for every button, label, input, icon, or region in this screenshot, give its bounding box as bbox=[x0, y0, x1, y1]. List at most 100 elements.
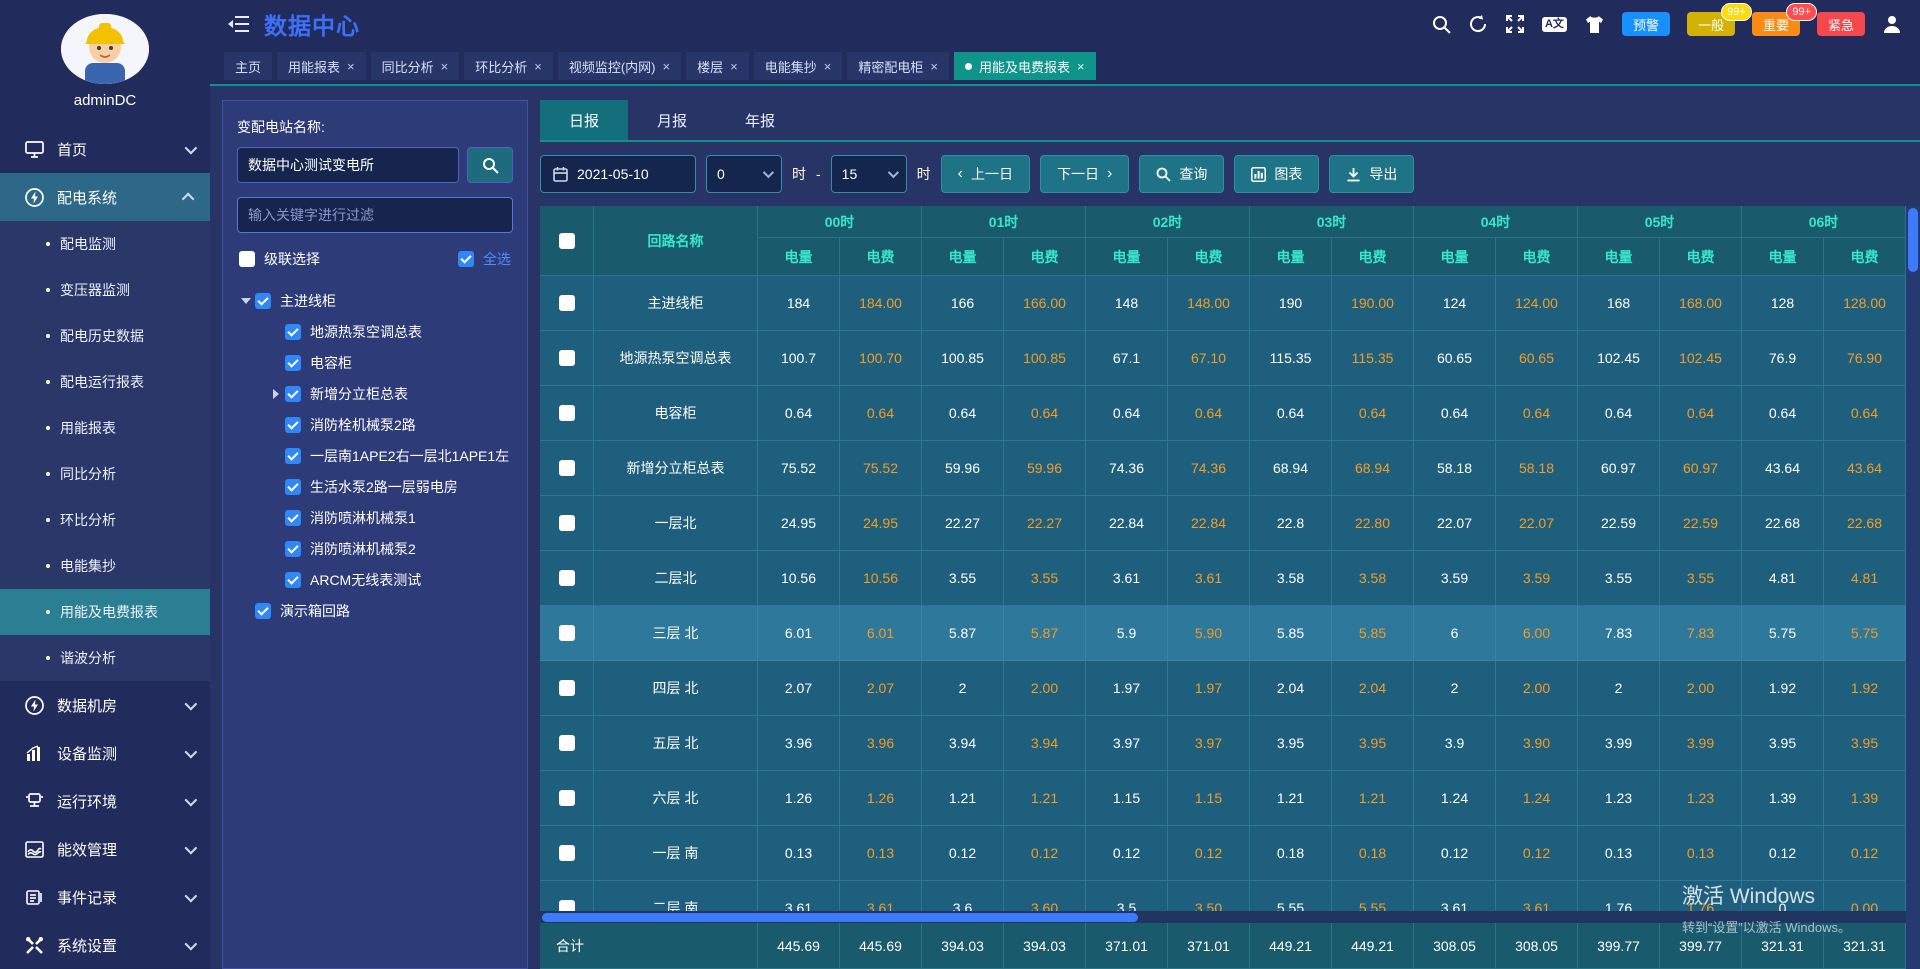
hour-to-select[interactable]: 15 bbox=[831, 155, 907, 193]
tree-node-checkbox[interactable] bbox=[285, 417, 301, 433]
tab-close-icon[interactable]: × bbox=[441, 59, 449, 74]
translate-icon[interactable]: A文 bbox=[1542, 17, 1567, 32]
select-all-label[interactable]: 全选 bbox=[483, 249, 511, 269]
fullscreen-icon[interactable] bbox=[1505, 14, 1525, 34]
row-checkbox[interactable] bbox=[559, 735, 575, 751]
export-button[interactable]: 导出 bbox=[1329, 155, 1414, 193]
tree-node-4[interactable]: 消防栓机械泵2路 bbox=[237, 409, 513, 440]
select-all-rows-checkbox[interactable] bbox=[559, 233, 575, 249]
search-icon[interactable] bbox=[1432, 15, 1451, 34]
sidebar-item-1[interactable]: 配电系统 bbox=[0, 173, 210, 221]
row-checkbox[interactable] bbox=[559, 680, 575, 696]
row-checkbox[interactable] bbox=[559, 460, 575, 476]
tree-node-1[interactable]: 地源热泵空调总表 bbox=[237, 316, 513, 347]
sidebar-item-7[interactable]: 系统设置 bbox=[0, 921, 210, 969]
tab-5[interactable]: 楼层× bbox=[686, 52, 749, 80]
submenu-item-9[interactable]: 谐波分析 bbox=[0, 635, 210, 681]
prev-day-button[interactable]: ‹ 上一日 bbox=[941, 155, 1030, 193]
tree-node-checkbox[interactable] bbox=[255, 603, 271, 619]
row-checkbox[interactable] bbox=[559, 790, 575, 806]
tree-node-checkbox[interactable] bbox=[285, 541, 301, 557]
date-picker[interactable]: 2021-05-10 bbox=[540, 155, 696, 193]
sidebar-item-6[interactable]: 事件记录 bbox=[0, 873, 210, 921]
avatar[interactable] bbox=[61, 14, 149, 84]
tab-close-icon[interactable]: × bbox=[730, 59, 738, 74]
row-checkbox[interactable] bbox=[559, 570, 575, 586]
tab-close-icon[interactable]: × bbox=[1077, 59, 1085, 74]
chart-button[interactable]: 图表 bbox=[1234, 155, 1319, 193]
tab-1[interactable]: 用能报表× bbox=[277, 52, 366, 80]
tab-3[interactable]: 环比分析× bbox=[464, 52, 553, 80]
horizontal-scrollbar-thumb[interactable] bbox=[542, 913, 1138, 922]
tab-close-icon[interactable]: × bbox=[534, 59, 542, 74]
theme-shirt-icon[interactable] bbox=[1584, 15, 1605, 34]
tree-filter-input[interactable] bbox=[237, 197, 513, 233]
row-checkbox[interactable] bbox=[559, 405, 575, 421]
report-tab-0[interactable]: 日报 bbox=[540, 100, 628, 140]
menu-fold-icon[interactable] bbox=[228, 15, 250, 33]
alarm-badge-general[interactable]: 一般99+ bbox=[1687, 12, 1735, 36]
caret-down-icon[interactable] bbox=[239, 298, 253, 304]
vertical-scrollbar-thumb[interactable] bbox=[1908, 208, 1918, 272]
row-checkbox[interactable] bbox=[559, 350, 575, 366]
submenu-item-2[interactable]: 配电历史数据 bbox=[0, 313, 210, 359]
alarm-badge-urgent[interactable]: 紧急 bbox=[1817, 12, 1865, 36]
user-icon[interactable] bbox=[1882, 14, 1902, 34]
tree-node-2[interactable]: 电容柜 bbox=[237, 347, 513, 378]
horizontal-scrollbar[interactable] bbox=[540, 911, 1906, 923]
refresh-icon[interactable] bbox=[1468, 14, 1488, 34]
tree-node-0[interactable]: 主进线柜 bbox=[237, 285, 513, 316]
tree-node-8[interactable]: 消防喷淋机械泵2 bbox=[237, 533, 513, 564]
tree-node-checkbox[interactable] bbox=[255, 293, 271, 309]
row-checkbox[interactable] bbox=[559, 515, 575, 531]
tree-node-checkbox[interactable] bbox=[285, 448, 301, 464]
submenu-item-6[interactable]: 环比分析 bbox=[0, 497, 210, 543]
tab-close-icon[interactable]: × bbox=[824, 59, 832, 74]
row-checkbox[interactable] bbox=[559, 625, 575, 641]
submenu-item-1[interactable]: 变压器监测 bbox=[0, 267, 210, 313]
submenu-item-4[interactable]: 用能报表 bbox=[0, 405, 210, 451]
row-checkbox[interactable] bbox=[559, 900, 575, 911]
tree-node-9[interactable]: ARCM无线表测试 bbox=[237, 564, 513, 595]
tab-close-icon[interactable]: × bbox=[347, 59, 355, 74]
row-checkbox[interactable] bbox=[559, 845, 575, 861]
tree-node-7[interactable]: 消防喷淋机械泵1 bbox=[237, 502, 513, 533]
row-checkbox[interactable] bbox=[559, 295, 575, 311]
sidebar-item-0[interactable]: 首页 bbox=[0, 125, 210, 173]
tree-node-6[interactable]: 生活水泵2路一层弱电房 bbox=[237, 471, 513, 502]
submenu-item-8[interactable]: 用能及电费报表 bbox=[0, 589, 210, 635]
alarm-badge-warn[interactable]: 预警 bbox=[1622, 12, 1670, 36]
tab-7[interactable]: 精密配电柜× bbox=[847, 52, 949, 80]
hour-from-select[interactable]: 0 bbox=[706, 155, 782, 193]
caret-right-icon[interactable] bbox=[269, 389, 283, 399]
submenu-item-7[interactable]: 电能集抄 bbox=[0, 543, 210, 589]
sidebar-item-3[interactable]: 设备监测 bbox=[0, 729, 210, 777]
tab-4[interactable]: 视频监控(内网)× bbox=[558, 52, 681, 80]
station-search-button[interactable] bbox=[467, 147, 513, 183]
tab-0[interactable]: 主页 bbox=[224, 52, 272, 80]
cascade-checkbox[interactable] bbox=[239, 251, 255, 267]
submenu-item-0[interactable]: 配电监测 bbox=[0, 221, 210, 267]
station-input[interactable] bbox=[237, 147, 459, 183]
tab-close-icon[interactable]: × bbox=[930, 59, 938, 74]
query-button[interactable]: 查询 bbox=[1139, 155, 1224, 193]
tree-node-checkbox[interactable] bbox=[285, 355, 301, 371]
vertical-scrollbar[interactable] bbox=[1906, 206, 1920, 969]
tree-node-checkbox[interactable] bbox=[285, 386, 301, 402]
sidebar-item-5[interactable]: 能效管理 bbox=[0, 825, 210, 873]
tree-node-3[interactable]: 新增分立柜总表 bbox=[237, 378, 513, 409]
tree-node-10[interactable]: 演示箱回路 bbox=[237, 595, 513, 626]
submenu-item-3[interactable]: 配电运行报表 bbox=[0, 359, 210, 405]
tree-node-checkbox[interactable] bbox=[285, 572, 301, 588]
next-day-button[interactable]: 下一日 › bbox=[1040, 155, 1129, 193]
tab-6[interactable]: 电能集抄× bbox=[754, 52, 843, 80]
tree-node-checkbox[interactable] bbox=[285, 324, 301, 340]
tab-close-icon[interactable]: × bbox=[663, 59, 671, 74]
report-tab-1[interactable]: 月报 bbox=[628, 100, 716, 140]
tree-node-checkbox[interactable] bbox=[285, 510, 301, 526]
submenu-item-5[interactable]: 同比分析 bbox=[0, 451, 210, 497]
tree-node-5[interactable]: 一层南1APE2右一层北1APE1左 bbox=[237, 440, 513, 471]
report-tab-2[interactable]: 年报 bbox=[716, 100, 804, 140]
sidebar-item-4[interactable]: 运行环境 bbox=[0, 777, 210, 825]
sidebar-item-2[interactable]: 数据机房 bbox=[0, 681, 210, 729]
